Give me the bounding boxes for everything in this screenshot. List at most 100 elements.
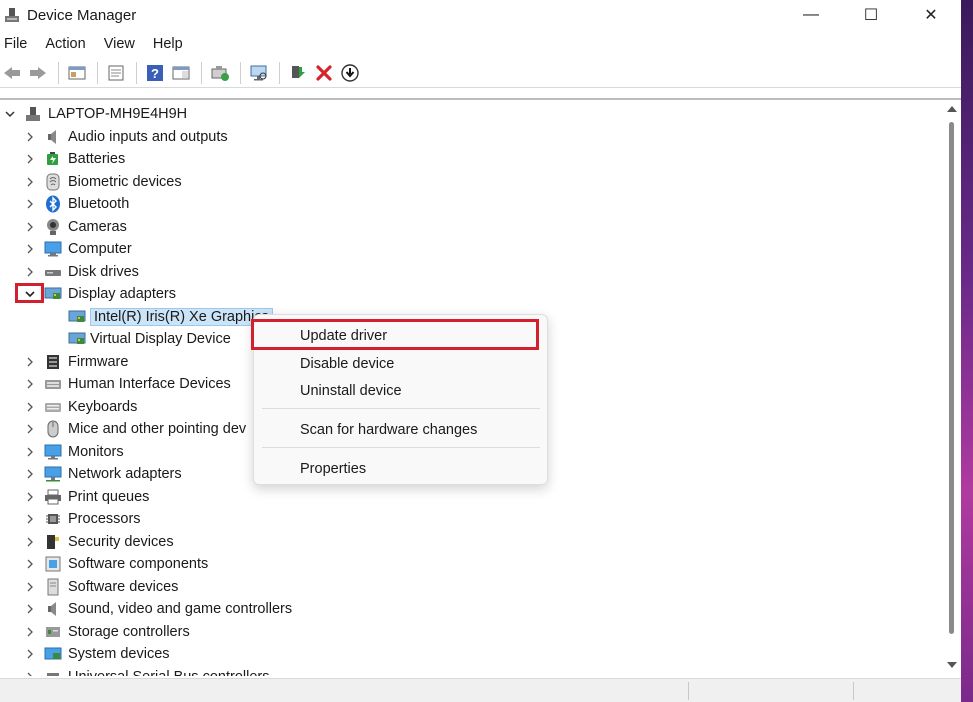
- expand-chevron-icon[interactable]: [22, 556, 38, 572]
- scan-hardware-icon[interactable]: [247, 61, 271, 85]
- tree-category-label: Firmware: [68, 353, 129, 370]
- expand-chevron-icon[interactable]: [22, 646, 38, 662]
- tree-category-row[interactable]: Print queues: [22, 486, 149, 508]
- tree-category-label: Mice and other pointing dev: [68, 421, 247, 437]
- tree-category-row[interactable]: Bluetooth: [22, 193, 129, 215]
- tree-category-row[interactable]: Network adapters: [22, 463, 182, 485]
- tree-category-row[interactable]: Sound, video and game controllers: [22, 598, 292, 620]
- status-divider: [688, 682, 689, 700]
- tree-device-label: Virtual Display Device: [90, 331, 231, 347]
- tree-device-row[interactable]: Intel(R) Iris(R) Xe Graphics: [62, 306, 273, 328]
- menu-file[interactable]: File: [4, 36, 35, 52]
- maximize-button[interactable]: ☐: [841, 0, 901, 30]
- update-driver-icon[interactable]: [208, 61, 232, 85]
- expand-chevron-icon[interactable]: [22, 489, 38, 505]
- status-divider: [853, 682, 854, 700]
- tree-category-row[interactable]: System devices: [22, 643, 170, 665]
- scroll-down-arrow-icon[interactable]: [947, 662, 957, 668]
- expand-chevron-icon[interactable]: [22, 376, 38, 392]
- toolbar-separator: [201, 61, 202, 84]
- scroll-thumb[interactable]: [949, 122, 954, 634]
- context-properties[interactable]: Properties: [260, 456, 541, 482]
- tree-category-row[interactable]: Software components: [22, 553, 208, 575]
- device-manager-icon: [4, 7, 20, 23]
- tree-root[interactable]: LAPTOP-MH9E4H9H: [0, 103, 187, 125]
- disable-device-icon[interactable]: [338, 61, 362, 85]
- tree-category-row[interactable]: Firmware: [22, 351, 128, 373]
- sound-icon: [44, 600, 62, 618]
- processor-icon: [44, 510, 62, 528]
- firmware-icon: [44, 353, 62, 371]
- highlight-box-update-driver: [251, 319, 539, 350]
- collapse-chevron-icon[interactable]: [2, 106, 18, 122]
- scroll-up-arrow-icon[interactable]: [947, 106, 957, 112]
- properties-icon[interactable]: [104, 61, 128, 85]
- menu-action[interactable]: Action: [45, 36, 93, 52]
- tree-category-row[interactable]: Monitors: [22, 441, 124, 463]
- expand-chevron-icon[interactable]: [22, 196, 38, 212]
- expand-chevron-icon[interactable]: [22, 466, 38, 482]
- tree-category-label: Bluetooth: [68, 196, 130, 212]
- usb-icon: [44, 668, 62, 676]
- tree-category-row[interactable]: Mice and other pointing dev: [22, 418, 246, 440]
- tree-device-label: Intel(R) Iris(R) Xe Graphics: [90, 307, 273, 326]
- expand-chevron-icon[interactable]: [22, 399, 38, 415]
- status-bar: [0, 678, 961, 702]
- expand-chevron-icon[interactable]: [22, 264, 38, 280]
- expand-chevron-icon[interactable]: [22, 421, 38, 437]
- tree-category-row[interactable]: Cameras: [22, 216, 127, 238]
- tree-category-row[interactable]: Keyboards: [22, 396, 137, 418]
- toolbar-separator: [97, 61, 98, 84]
- enable-device-icon[interactable]: [286, 61, 310, 85]
- tree-category-row[interactable]: Security devices: [22, 531, 174, 553]
- bluetooth-icon: [44, 195, 62, 213]
- battery-icon: [44, 150, 62, 168]
- tree-category-row[interactable]: Display adapters: [22, 283, 176, 305]
- menu-view[interactable]: View: [104, 36, 143, 52]
- tree-category-row[interactable]: Processors: [22, 508, 141, 530]
- context-scan-hardware[interactable]: Scan for hardware changes: [260, 417, 541, 443]
- context-disable-device[interactable]: Disable device: [260, 351, 541, 377]
- minimize-button[interactable]: —: [781, 0, 841, 30]
- tree-category-row[interactable]: Storage controllers: [22, 621, 190, 643]
- expand-chevron-icon[interactable]: [22, 151, 38, 167]
- help-icon[interactable]: ?: [143, 61, 167, 85]
- expand-chevron-icon[interactable]: [22, 241, 38, 257]
- tree-category-row[interactable]: Software devices: [22, 576, 178, 598]
- tree-category-row[interactable]: Universal Serial Bus controllers: [22, 666, 269, 676]
- vertical-scrollbar[interactable]: [943, 100, 961, 676]
- action-pane-icon[interactable]: [169, 61, 193, 85]
- tree-device-row[interactable]: Virtual Display Device: [62, 328, 231, 350]
- forward-icon[interactable]: [26, 61, 50, 85]
- tree-category-label: Sound, video and game controllers: [68, 601, 293, 617]
- uninstall-icon[interactable]: [312, 61, 336, 85]
- highlight-box-expand: [15, 283, 44, 303]
- expand-chevron-icon[interactable]: [22, 624, 38, 640]
- tree-category-label: Processors: [68, 511, 141, 527]
- tree-category-row[interactable]: Disk drives: [22, 261, 139, 283]
- context-uninstall-device[interactable]: Uninstall device: [260, 378, 541, 404]
- expand-chevron-icon[interactable]: [22, 601, 38, 617]
- expand-chevron-icon[interactable]: [22, 129, 38, 145]
- back-icon[interactable]: [0, 61, 24, 85]
- show-hide-console-tree-icon[interactable]: [65, 61, 89, 85]
- close-button[interactable]: ✕: [901, 0, 961, 30]
- tree-category-row[interactable]: Human Interface Devices: [22, 373, 231, 395]
- tree-category-row[interactable]: Computer: [22, 238, 132, 260]
- expand-chevron-icon[interactable]: [22, 669, 38, 676]
- svg-text:?: ?: [151, 66, 159, 81]
- expand-chevron-icon[interactable]: [22, 219, 38, 235]
- tree-category-row[interactable]: Biometric devices: [22, 171, 182, 193]
- tree-category-row[interactable]: Batteries: [22, 148, 125, 170]
- toolbar: ?: [0, 58, 961, 88]
- menu-help[interactable]: Help: [153, 36, 191, 52]
- expand-chevron-icon[interactable]: [22, 534, 38, 550]
- expand-chevron-icon[interactable]: [22, 444, 38, 460]
- tree-category-label: Print queues: [68, 488, 150, 505]
- expand-chevron-icon[interactable]: [22, 579, 38, 595]
- tree-category-label: Storage controllers: [68, 623, 190, 640]
- tree-category-row[interactable]: Audio inputs and outputs: [22, 126, 228, 148]
- expand-chevron-icon[interactable]: [22, 174, 38, 190]
- expand-chevron-icon[interactable]: [22, 354, 38, 370]
- expand-chevron-icon[interactable]: [22, 511, 38, 527]
